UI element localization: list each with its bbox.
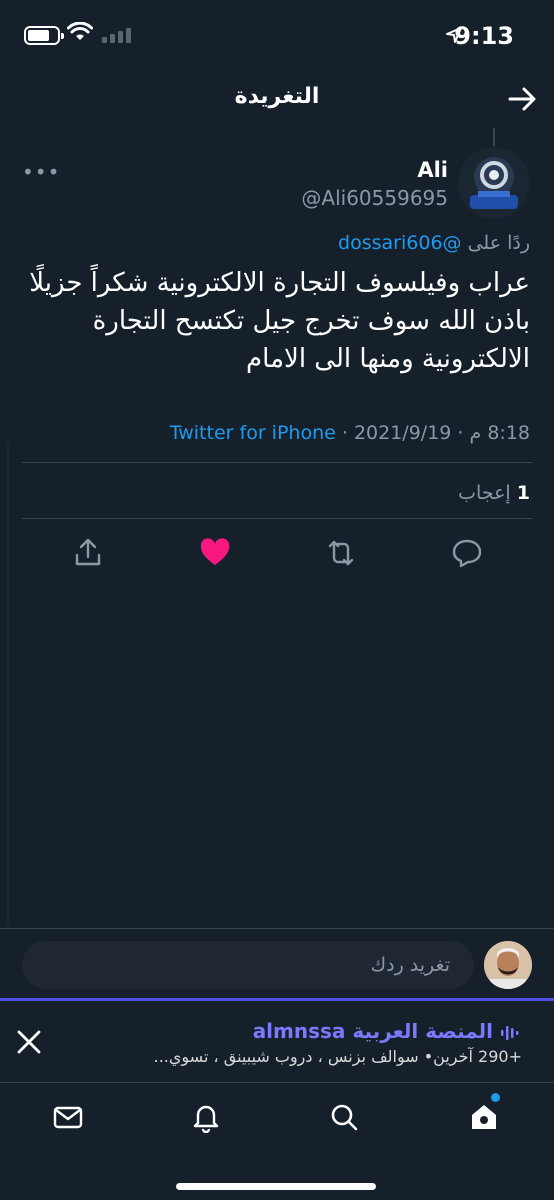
back-arrow-icon[interactable] xyxy=(506,84,540,114)
author-handle[interactable]: @Ali60559695 xyxy=(301,186,448,210)
likes-count: 1 xyxy=(516,482,530,504)
spaces-bar[interactable]: المنصة العربية almnssa +290 آخرين• سوالف… xyxy=(0,998,554,1082)
search-icon[interactable] xyxy=(328,1101,360,1133)
tweet-meta: 8:18 م · 2021/9/19 · Twitter for iPhone xyxy=(169,422,530,444)
status-time: 9:13 xyxy=(454,22,514,50)
reply-context: ردًا على @dossari606 xyxy=(338,232,530,254)
wifi-icon xyxy=(67,22,93,40)
likes-count-row[interactable]: 1 إعجاب xyxy=(458,482,530,504)
more-options-icon[interactable]: ••• xyxy=(22,160,60,184)
reply-input[interactable] xyxy=(22,941,474,989)
reply-composer xyxy=(0,928,554,1000)
retweet-icon[interactable] xyxy=(324,536,358,570)
home-icon[interactable] xyxy=(468,1101,500,1133)
thread-connector xyxy=(493,128,495,146)
tweet-date: 2021/9/19 xyxy=(353,422,452,444)
reply-icon[interactable] xyxy=(450,536,484,570)
home-indicator xyxy=(176,1183,376,1190)
space-title-text: المنصة العربية almnssa xyxy=(252,1019,494,1043)
close-icon[interactable] xyxy=(14,1027,44,1057)
messages-mail-icon[interactable] xyxy=(52,1101,84,1133)
like-heart-icon[interactable] xyxy=(198,536,232,570)
tweet-actions xyxy=(0,530,554,576)
space-title[interactable]: المنصة العربية almnssa xyxy=(253,1019,522,1043)
battery-icon xyxy=(24,26,64,45)
author-name[interactable]: Ali xyxy=(417,158,448,182)
tweet-text: عراب وفيلسوف التجارة الالكترونية شكراً ج… xyxy=(29,268,530,374)
status-bar: 9:13 xyxy=(0,0,554,70)
reply-mention-link[interactable]: @dossari606 xyxy=(338,232,461,254)
notifications-bell-icon[interactable] xyxy=(190,1101,222,1133)
signal-icon xyxy=(102,28,131,43)
new-content-dot xyxy=(491,1093,500,1102)
tweet-time: 8:18 م xyxy=(469,422,530,444)
divider xyxy=(22,462,532,463)
audio-wave-icon xyxy=(501,1025,519,1040)
share-icon[interactable] xyxy=(71,536,105,570)
reply-prefix: ردًا على xyxy=(467,232,530,254)
author-avatar[interactable] xyxy=(458,147,530,219)
tweet-source-link[interactable]: Twitter for iPhone xyxy=(170,422,336,444)
divider xyxy=(22,518,532,519)
likes-label: إعجاب xyxy=(458,482,511,504)
user-avatar[interactable] xyxy=(484,941,532,989)
space-subtitle: +290 آخرين• سوالف بزنس ، دروب شيبينق ، ت… xyxy=(153,1047,522,1066)
top-navigation: التغريدة xyxy=(0,70,554,130)
page-title: التغريدة xyxy=(234,84,320,109)
side-divider xyxy=(7,445,9,925)
